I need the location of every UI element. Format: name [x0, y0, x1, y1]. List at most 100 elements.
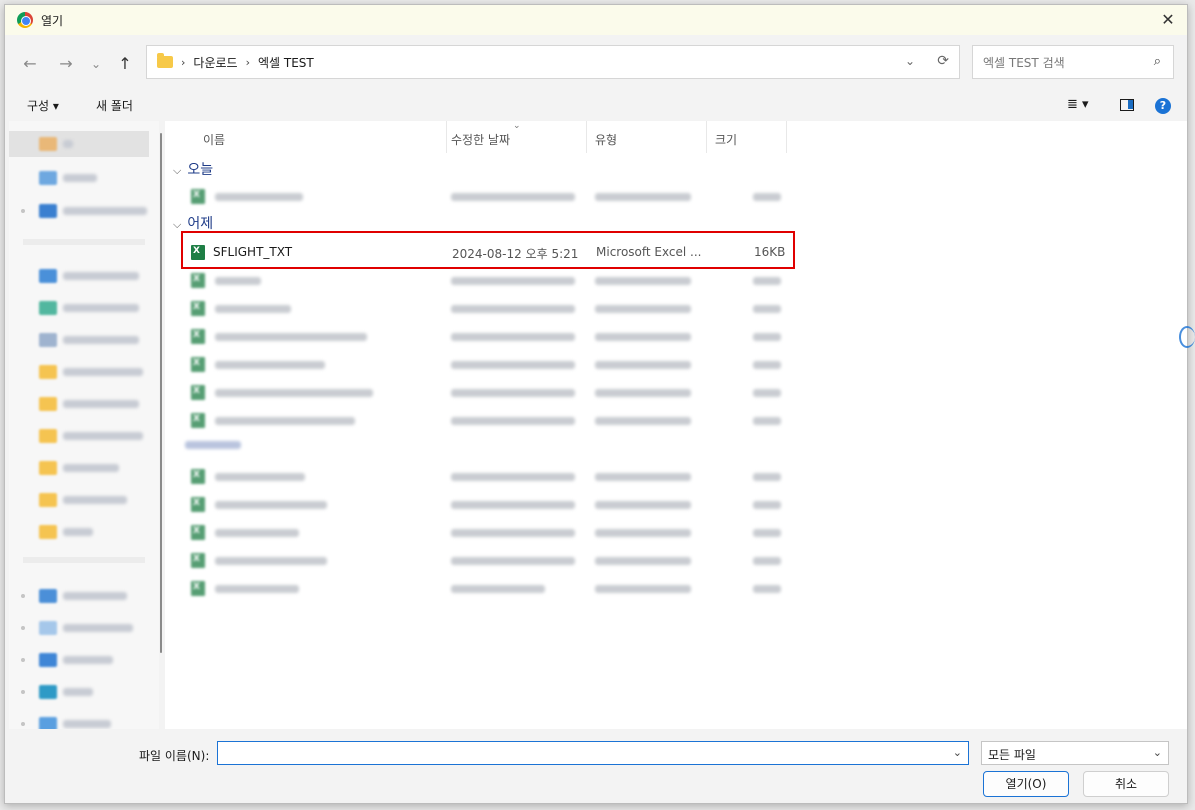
- breadcrumb-excel-test[interactable]: 엑셀 TEST: [258, 54, 314, 71]
- up-button[interactable]: ↑: [114, 53, 136, 75]
- chevron-down-icon: ⌵: [173, 164, 182, 177]
- search-box[interactable]: 엑셀 TEST 검색 ⌕: [972, 45, 1174, 79]
- excel-file-icon: [191, 469, 205, 484]
- breadcrumb-separator: ›: [245, 55, 250, 69]
- cloud-icon: [39, 204, 57, 218]
- file-type: [595, 333, 691, 341]
- file-row[interactable]: [177, 295, 785, 321]
- sidebar-item-drive[interactable]: [9, 679, 149, 705]
- sidebar-item-home[interactable]: [9, 131, 149, 157]
- close-button[interactable]: ✕: [1157, 9, 1179, 31]
- file-date: [451, 417, 575, 425]
- file-name: [215, 417, 355, 425]
- file-type: [595, 501, 691, 509]
- sidebar-item-pinned-downloads[interactable]: [9, 295, 149, 321]
- file-date: [451, 305, 575, 313]
- file-name-input[interactable]: ⌄: [217, 741, 969, 765]
- file-row[interactable]: [177, 183, 785, 209]
- file-type-select[interactable]: 모든 파일 ⌄: [981, 741, 1169, 765]
- file-row[interactable]: [177, 351, 785, 377]
- sidebar-item-drive[interactable]: [9, 647, 149, 673]
- column-header-type[interactable]: 유형: [587, 121, 707, 153]
- back-button[interactable]: ←: [19, 53, 41, 75]
- sidebar-item-pinned-folder[interactable]: [9, 423, 149, 449]
- excel-file-icon: [191, 581, 205, 596]
- sidebar-item-pinned-folder[interactable]: [9, 455, 149, 481]
- file-type: [595, 361, 691, 369]
- help-icon[interactable]: ?: [1155, 98, 1171, 114]
- cancel-button[interactable]: 취소: [1083, 771, 1169, 797]
- chevron-down-icon[interactable]: ⌄: [953, 746, 962, 759]
- organize-button[interactable]: 구성 ▾: [27, 97, 59, 114]
- file-row[interactable]: [177, 575, 785, 601]
- forward-button[interactable]: →: [55, 53, 77, 75]
- sidebar-item-drive[interactable]: [9, 615, 149, 641]
- desktop-icon: [39, 269, 57, 283]
- file-row[interactable]: [177, 407, 785, 433]
- title-bar: 열기 ✕: [5, 5, 1187, 35]
- sidebar-item-network[interactable]: [9, 711, 149, 731]
- sidebar-item-cloud[interactable]: [9, 198, 149, 224]
- sidebar-item-this-pc[interactable]: [9, 583, 149, 609]
- recent-locations-button[interactable]: ⌄: [85, 53, 107, 75]
- drive-icon: [39, 685, 57, 699]
- group-header-blurred[interactable]: [177, 433, 785, 455]
- file-row[interactable]: [177, 519, 785, 545]
- preview-pane-icon[interactable]: [1120, 99, 1134, 111]
- sidebar-item-pinned-folder[interactable]: [9, 519, 149, 545]
- file-size: [753, 501, 781, 509]
- view-options-icon[interactable]: ≣ ▾: [1067, 97, 1089, 112]
- group-header-yesterday[interactable]: ⌵ 어제: [173, 213, 213, 233]
- file-type-value: 모든 파일: [988, 748, 1036, 762]
- column-header-size[interactable]: 크기: [707, 121, 787, 153]
- excel-file-icon: [191, 497, 205, 512]
- sidebar-item-label: [63, 174, 97, 182]
- file-row[interactable]: [177, 267, 785, 293]
- open-file-dialog: 열기 ✕ ← → ⌄ ↑ › 다운로드 › 엑셀 TEST ⌄ ⟳ 엑셀 TES…: [4, 4, 1188, 804]
- group-header-today[interactable]: ⌵ 오늘: [173, 159, 213, 179]
- sidebar-item-label: [63, 304, 139, 312]
- folder-icon: [39, 461, 57, 475]
- highlight-box: [181, 231, 795, 269]
- refresh-icon[interactable]: ⟳: [937, 53, 949, 69]
- sidebar-item-pinned-folder[interactable]: [9, 487, 149, 513]
- sidebar-item-gallery[interactable]: [9, 165, 149, 191]
- column-header-name[interactable]: 이름: [195, 121, 447, 153]
- address-bar[interactable]: › 다운로드 › 엑셀 TEST ⌄ ⟳: [146, 45, 960, 79]
- new-folder-button[interactable]: 새 폴더: [96, 97, 133, 114]
- folder-icon: [39, 429, 57, 443]
- sidebar-item-pinned-desktop[interactable]: [9, 263, 149, 289]
- excel-file-icon: [191, 329, 205, 344]
- file-date: [451, 361, 575, 369]
- folder-icon: [157, 53, 173, 68]
- sidebar-item-pinned-folder[interactable]: [9, 359, 149, 385]
- file-row[interactable]: [177, 491, 785, 517]
- folder-icon: [39, 493, 57, 507]
- dialog-footer: 파일 이름(N): ⌄ 모든 파일 ⌄ 열기(O) 취소: [5, 729, 1187, 803]
- navigation-bar: ← → ⌄ ↑ › 다운로드 › 엑셀 TEST ⌄ ⟳ 엑셀 TEST 검색 …: [5, 43, 1187, 83]
- excel-file-icon: [191, 357, 205, 372]
- sidebar-item-label: [63, 432, 143, 440]
- file-row[interactable]: [177, 463, 785, 489]
- file-name: [215, 557, 327, 565]
- file-size: [753, 333, 781, 341]
- file-size: [753, 305, 781, 313]
- file-size: [753, 277, 781, 285]
- file-size: [753, 529, 781, 537]
- sidebar-item-pinned-documents[interactable]: [9, 327, 149, 353]
- address-dropdown-icon[interactable]: ⌄: [905, 54, 915, 68]
- file-date: [451, 557, 575, 565]
- sidebar-item-pinned-folder[interactable]: [9, 391, 149, 417]
- breadcrumb-downloads[interactable]: 다운로드: [193, 54, 237, 71]
- open-button[interactable]: 열기(O): [983, 771, 1069, 797]
- file-size: [753, 193, 781, 201]
- expand-icon: [21, 722, 25, 726]
- file-date: [451, 501, 575, 509]
- file-row[interactable]: [177, 323, 785, 349]
- sidebar-scrollbar[interactable]: [160, 133, 162, 653]
- file-row[interactable]: [177, 547, 785, 573]
- file-row[interactable]: [177, 379, 785, 405]
- file-name: [215, 193, 303, 201]
- sidebar-item-label: [63, 592, 127, 600]
- sidebar-item-label: [63, 464, 119, 472]
